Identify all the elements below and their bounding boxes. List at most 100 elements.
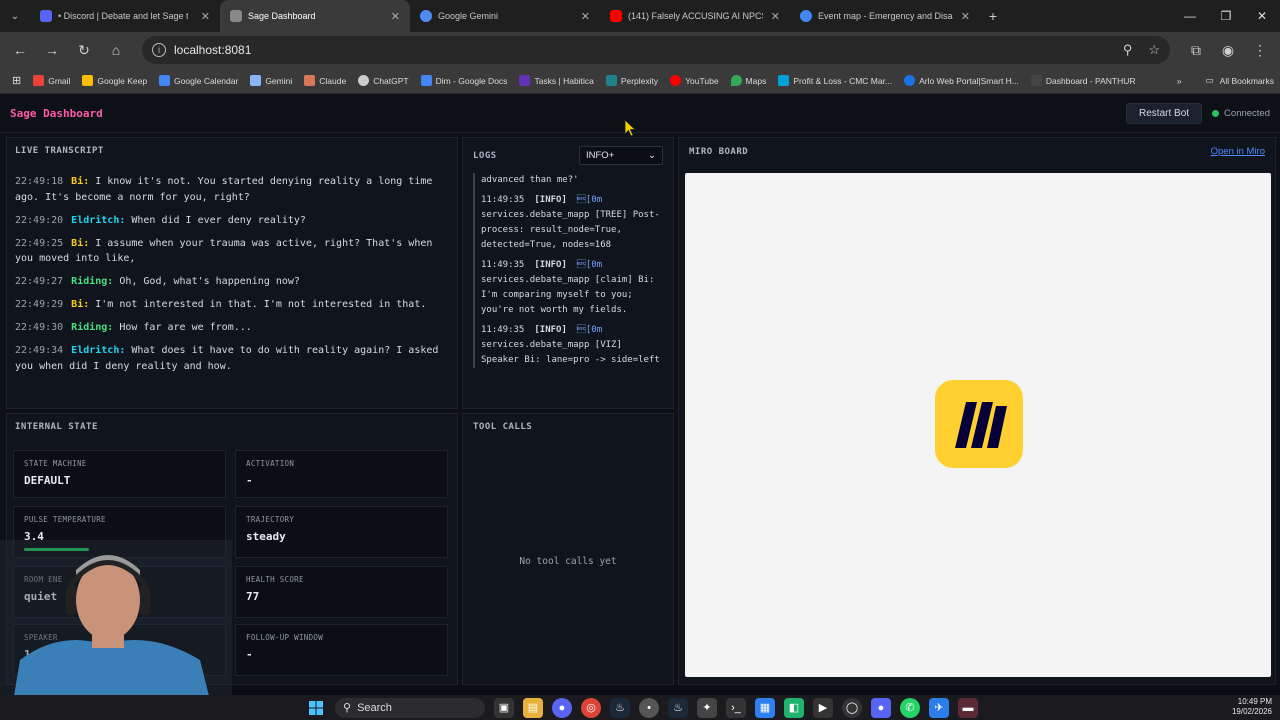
- miro-embed[interactable]: [685, 173, 1271, 677]
- bookmark-panthur[interactable]: Dashboard - PANTHUR: [1025, 75, 1142, 86]
- app-icon[interactable]: ✈: [929, 697, 949, 718]
- log-message: services.debate_mapp [VIZ] Speaker Bi: l…: [481, 340, 660, 365]
- clock-time: 10:49 PM: [1237, 697, 1272, 706]
- more-bookmarks-icon[interactable]: »: [1177, 76, 1182, 86]
- terminal-icon[interactable]: ›_: [726, 697, 746, 718]
- profile-icon[interactable]: ◉: [1214, 36, 1242, 64]
- panel-title: INTERNAL STATE: [15, 422, 98, 432]
- app-icon[interactable]: •: [639, 697, 659, 718]
- forward-icon[interactable]: →: [38, 36, 66, 64]
- bookmark-chatgpt[interactable]: ChatGPT: [352, 75, 414, 86]
- file-explorer-icon[interactable]: ▤: [523, 697, 543, 718]
- card-label: TRAJECTORY: [246, 515, 295, 524]
- system-clock[interactable]: 10:49 PM 19/02/2026: [1232, 697, 1272, 717]
- app-icon[interactable]: ◧: [784, 697, 804, 718]
- app-icon[interactable]: ◯: [842, 697, 862, 718]
- terminal-active-icon[interactable]: ▬: [958, 697, 978, 718]
- log-ansi-code: [0m: [576, 195, 603, 205]
- steam-icon[interactable]: ♨: [610, 697, 630, 718]
- globe-icon: [230, 10, 242, 22]
- restore-icon[interactable]: ❐: [1208, 9, 1244, 23]
- home-icon[interactable]: ⌂: [102, 36, 130, 64]
- restart-bot-button[interactable]: Restart Bot: [1126, 103, 1203, 124]
- discord-taskbar-icon[interactable]: ●: [871, 697, 891, 718]
- log-list[interactable]: advanced than me?' 11:49:35 [INFO] [0m ser…: [473, 173, 663, 368]
- log-time: 11:49:35: [481, 195, 525, 205]
- log-level-select[interactable]: INFO+ ⌄: [579, 146, 663, 165]
- bookmark-gmail[interactable]: Gmail: [27, 75, 76, 86]
- transcript-time: 22:49:18: [15, 176, 64, 187]
- discord-taskbar-icon[interactable]: ●: [552, 697, 572, 718]
- apps-icon[interactable]: ⊞: [6, 74, 27, 87]
- new-tab-button[interactable]: +: [980, 8, 1006, 24]
- play-icon[interactable]: ▶: [813, 697, 833, 718]
- tab-discord[interactable]: • Discord | Debate and let Sage th ✕: [30, 0, 220, 32]
- bookmark-maps[interactable]: Maps: [725, 75, 773, 86]
- bookmark-label: Gemini: [265, 75, 293, 86]
- url-text: localhost:8081: [174, 43, 252, 57]
- logs-panel: LOGS INFO+ ⌄ advanced than me?' 11:49:35…: [462, 137, 674, 409]
- back-icon[interactable]: ←: [6, 36, 34, 64]
- bookmark-arlo[interactable]: Arlo Web Portal|Smart H...: [898, 75, 1025, 86]
- keep-icon: [82, 75, 94, 86]
- close-window-icon[interactable]: ✕: [1244, 9, 1280, 23]
- bookmark-label: Profit & Loss - CMC Mar...: [793, 75, 893, 86]
- gmail-icon: [33, 75, 45, 86]
- zoom-icon[interactable]: ⚲: [1123, 42, 1133, 58]
- tab-sage-dashboard[interactable]: Sage Dashboard ✕: [220, 0, 410, 32]
- card-value: 77: [246, 590, 260, 603]
- menu-icon[interactable]: ⋮: [1246, 36, 1274, 64]
- tab-title: • Discord | Debate and let Sage th: [58, 11, 188, 21]
- bookmark-star-icon[interactable]: ☆: [1148, 42, 1160, 58]
- close-tab-icon[interactable]: ✕: [581, 10, 590, 23]
- windows-start-icon[interactable]: [306, 698, 326, 718]
- tab-event-map[interactable]: Event map - Emergency and Disaster ✕: [790, 0, 980, 32]
- bookmark-claude[interactable]: Claude: [298, 75, 352, 86]
- gemini-icon: [420, 10, 432, 22]
- bookmark-calendar[interactable]: Google Calendar: [153, 75, 244, 86]
- tool-icon[interactable]: ✦: [697, 697, 717, 718]
- tab-youtube[interactable]: (141) Falsely ACCUSING AI NPCS in Sk ✕: [600, 0, 790, 32]
- whatsapp-icon[interactable]: ✆: [900, 697, 920, 718]
- notes-icon[interactable]: ▦: [755, 697, 775, 718]
- close-tab-icon[interactable]: ✕: [201, 10, 210, 23]
- steam-icon[interactable]: ♨: [668, 697, 688, 718]
- reload-icon[interactable]: ↻: [70, 36, 98, 64]
- bookmark-habitica[interactable]: Tasks | Habitica: [513, 75, 599, 86]
- minimize-icon[interactable]: —: [1172, 9, 1208, 23]
- bookmark-label: YouTube: [685, 75, 719, 86]
- site-info-icon[interactable]: i: [152, 43, 166, 57]
- chevron-down-icon: ⌄: [648, 150, 656, 161]
- bookmark-keep[interactable]: Google Keep: [76, 75, 153, 86]
- close-tab-icon[interactable]: ✕: [771, 10, 780, 23]
- address-bar[interactable]: i localhost:8081 ⚲ ☆: [142, 36, 1170, 64]
- transcript-time: 22:49:30: [15, 322, 64, 333]
- card-label: FOLLOW-UP WINDOW: [246, 633, 324, 642]
- bookmark-cmc[interactable]: Profit & Loss - CMC Mar...: [772, 75, 898, 86]
- panel-title: LIVE TRANSCRIPT: [15, 146, 104, 156]
- docs-icon: [420, 75, 432, 86]
- tab-gemini[interactable]: Google Gemini ✕: [410, 0, 600, 32]
- bookmark-docs[interactable]: Dim - Google Docs: [415, 75, 514, 86]
- open-in-miro-link[interactable]: Open in Miro: [1211, 146, 1265, 157]
- extensions-icon[interactable]: ⧉: [1182, 36, 1210, 64]
- transcript-list[interactable]: 22:49:18 Bi: I know it's not. You started …: [15, 174, 449, 374]
- task-view-icon[interactable]: ▣: [494, 697, 514, 718]
- close-tab-icon[interactable]: ✕: [961, 10, 970, 23]
- bookmark-perplexity[interactable]: Perplexity: [600, 75, 664, 86]
- all-bookmarks-link[interactable]: All Bookmarks: [1220, 76, 1274, 86]
- bookmark-gemini[interactable]: Gemini: [244, 75, 298, 86]
- connection-label: Connected: [1224, 108, 1270, 119]
- tab-search-icon[interactable]: ⌄: [0, 11, 30, 22]
- chrome-taskbar-icon[interactable]: ◎: [581, 697, 601, 718]
- health-score-card: HEALTH SCORE 77: [235, 566, 448, 618]
- log-level: [INFO]: [534, 195, 567, 205]
- bookmark-youtube[interactable]: YouTube: [664, 75, 724, 86]
- transcript-line: 22:49:34 Eldritch: What does it have to do…: [15, 343, 449, 374]
- card-value: DEFAULT: [24, 474, 71, 487]
- close-tab-icon[interactable]: ✕: [391, 10, 400, 23]
- transcript-speaker: Bi:: [71, 176, 90, 187]
- log-ansi-code: [0m: [576, 325, 603, 335]
- transcript-text: I'm not interested in that. I'm not inte…: [95, 299, 427, 310]
- taskbar-search[interactable]: ⚲ Search: [335, 697, 485, 718]
